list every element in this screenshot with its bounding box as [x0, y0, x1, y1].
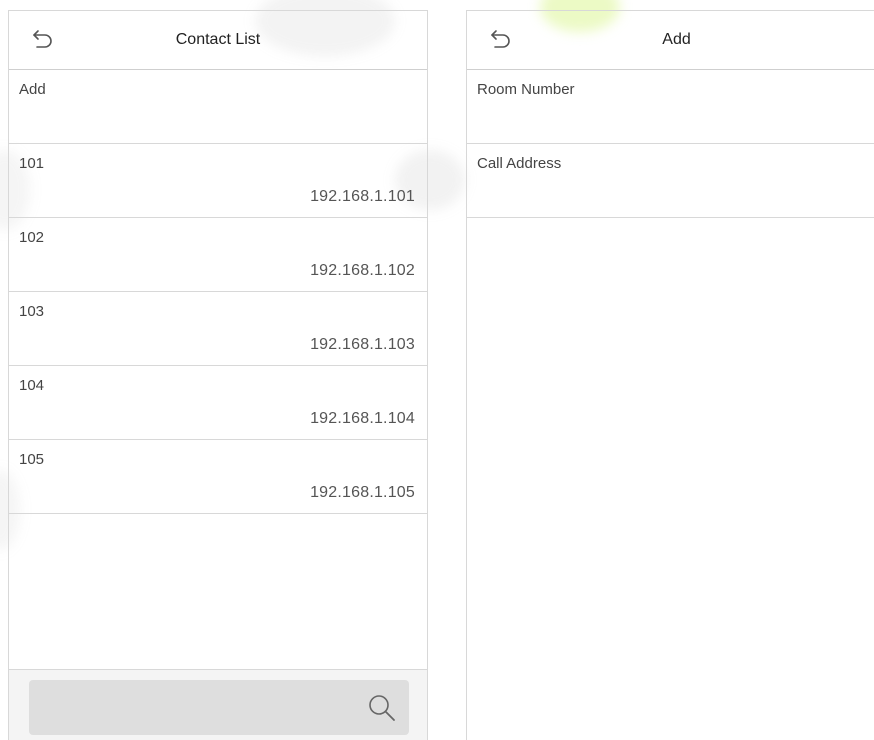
page-title: Add	[662, 31, 691, 48]
contact-list-header: Contact List	[9, 11, 427, 70]
field-label: Room Number	[477, 81, 575, 98]
contact-list-item[interactable]: 104 192.168.1.104	[9, 366, 427, 440]
call-address: 192.168.1.104	[310, 410, 415, 427]
contact-list-item[interactable]: 101 192.168.1.101	[9, 144, 427, 218]
contact-list-item[interactable]: 105 192.168.1.105	[9, 440, 427, 514]
add-contact-item[interactable]: Add	[9, 70, 427, 144]
room-number: 102	[19, 229, 45, 246]
room-number: 103	[19, 303, 45, 320]
add-contact-screen: Add Room Number Call Address	[466, 10, 874, 740]
call-address: 192.168.1.102	[310, 262, 415, 279]
call-address: 192.168.1.101	[310, 188, 415, 205]
page-title: Contact List	[175, 31, 261, 48]
search-input[interactable]	[29, 680, 409, 735]
search-footer	[9, 669, 427, 740]
call-address: 192.168.1.105	[310, 484, 415, 501]
add-header: Add	[467, 11, 874, 70]
contact-list-screen: Contact List Add 101 192.168.1.101 102 1…	[8, 10, 428, 740]
contact-list-item[interactable]: 103 192.168.1.103	[9, 292, 427, 366]
call-address-field[interactable]: Call Address	[467, 144, 874, 218]
room-number: 104	[19, 377, 45, 394]
room-number: 105	[19, 451, 45, 468]
room-number: 101	[19, 155, 45, 172]
search-icon[interactable]	[367, 693, 397, 723]
add-contact-label: Add	[19, 81, 46, 98]
field-label: Call Address	[477, 155, 562, 172]
room-number-field[interactable]: Room Number	[467, 70, 874, 144]
contact-list-item[interactable]: 102 192.168.1.102	[9, 218, 427, 292]
call-address: 192.168.1.103	[310, 336, 415, 353]
